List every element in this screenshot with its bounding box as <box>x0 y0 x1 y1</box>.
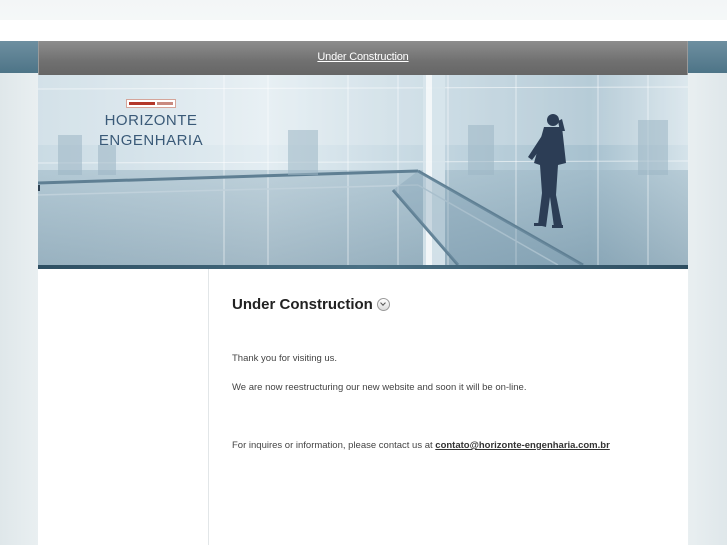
header-banner: HORIZONTE ENGENHARIA <box>38 75 688 265</box>
right-side-tab <box>688 41 727 73</box>
chevron-down-icon[interactable] <box>376 298 390 311</box>
company-logo-line1: HORIZONTE <box>104 112 198 129</box>
browser-top-strip <box>0 0 727 20</box>
restructuring-text: We are now reestructuring our new websit… <box>232 382 527 393</box>
company-logo-line2: ENGENHARIA <box>98 132 204 149</box>
left-side-gutter <box>0 41 38 545</box>
thank-you-text: Thank you for visiting us. <box>232 353 338 364</box>
left-side-tab <box>0 41 38 73</box>
contact-email-link[interactable]: contato@horizonte-engenharia.com.br <box>435 440 609 451</box>
nav-link-under-construction[interactable]: Under Construction <box>39 51 687 63</box>
page-title-text: Under Construction <box>232 296 373 313</box>
page-container: Under Construction HORIZONTE ENGENHARIA … <box>38 41 688 545</box>
company-logo-mark <box>126 99 176 108</box>
right-side-gutter <box>688 41 727 545</box>
contact-text-prefix: For inquires or information, please cont… <box>232 440 436 451</box>
top-nav-bar: Under Construction <box>38 41 688 75</box>
left-sidebar <box>38 269 209 545</box>
contact-text: For inquires or information, please cont… <box>232 440 610 451</box>
page-top-gap <box>0 20 727 41</box>
page-title: Under Construction <box>232 296 390 313</box>
